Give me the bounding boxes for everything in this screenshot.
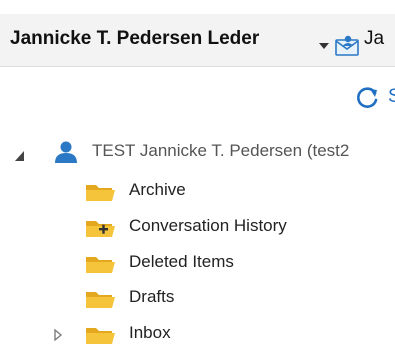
folder-icon — [86, 328, 115, 344]
folder-icon — [86, 292, 115, 308]
chevron-down-icon[interactable] — [319, 42, 329, 50]
folder-item-conversation-history[interactable]: Conversation History — [0, 213, 395, 243]
top-strip — [0, 0, 395, 14]
folder-item-archive[interactable]: Archive — [0, 177, 395, 207]
folder-label: Deleted Items — [129, 252, 234, 271]
account-name[interactable]: Jannicke T. Pedersen Leder — [10, 28, 259, 50]
folder-item-drafts[interactable]: Drafts — [0, 284, 395, 314]
folder-item-deleted-items[interactable]: Deleted Items — [0, 249, 395, 279]
folder-icon — [86, 257, 115, 273]
collapse-arrow-icon[interactable] — [14, 150, 26, 162]
envelope-user-icon[interactable] — [335, 34, 361, 58]
folder-item-inbox[interactable]: Inbox — [0, 320, 395, 350]
sync-icon[interactable] — [355, 86, 379, 110]
folder-plus-icon — [86, 221, 115, 237]
folder-label: Archive — [129, 180, 186, 199]
root-account-label: TEST Jannicke T. Pedersen (test2 — [92, 141, 350, 160]
account-header: Jannicke T. Pedersen Leder Ja — [0, 14, 395, 67]
sync-label[interactable]: S — [388, 86, 395, 108]
folder-label: Conversation History — [129, 216, 287, 235]
folder-label: Inbox — [129, 323, 171, 342]
user-icon — [55, 141, 77, 163]
folder-label: Drafts — [129, 287, 175, 306]
expand-arrow-icon[interactable] — [53, 329, 63, 341]
tree-root-account[interactable]: TEST Jannicke T. Pedersen (test2 — [0, 138, 395, 168]
folder-icon — [86, 185, 115, 201]
mailbox-label[interactable]: Ja — [364, 28, 384, 50]
